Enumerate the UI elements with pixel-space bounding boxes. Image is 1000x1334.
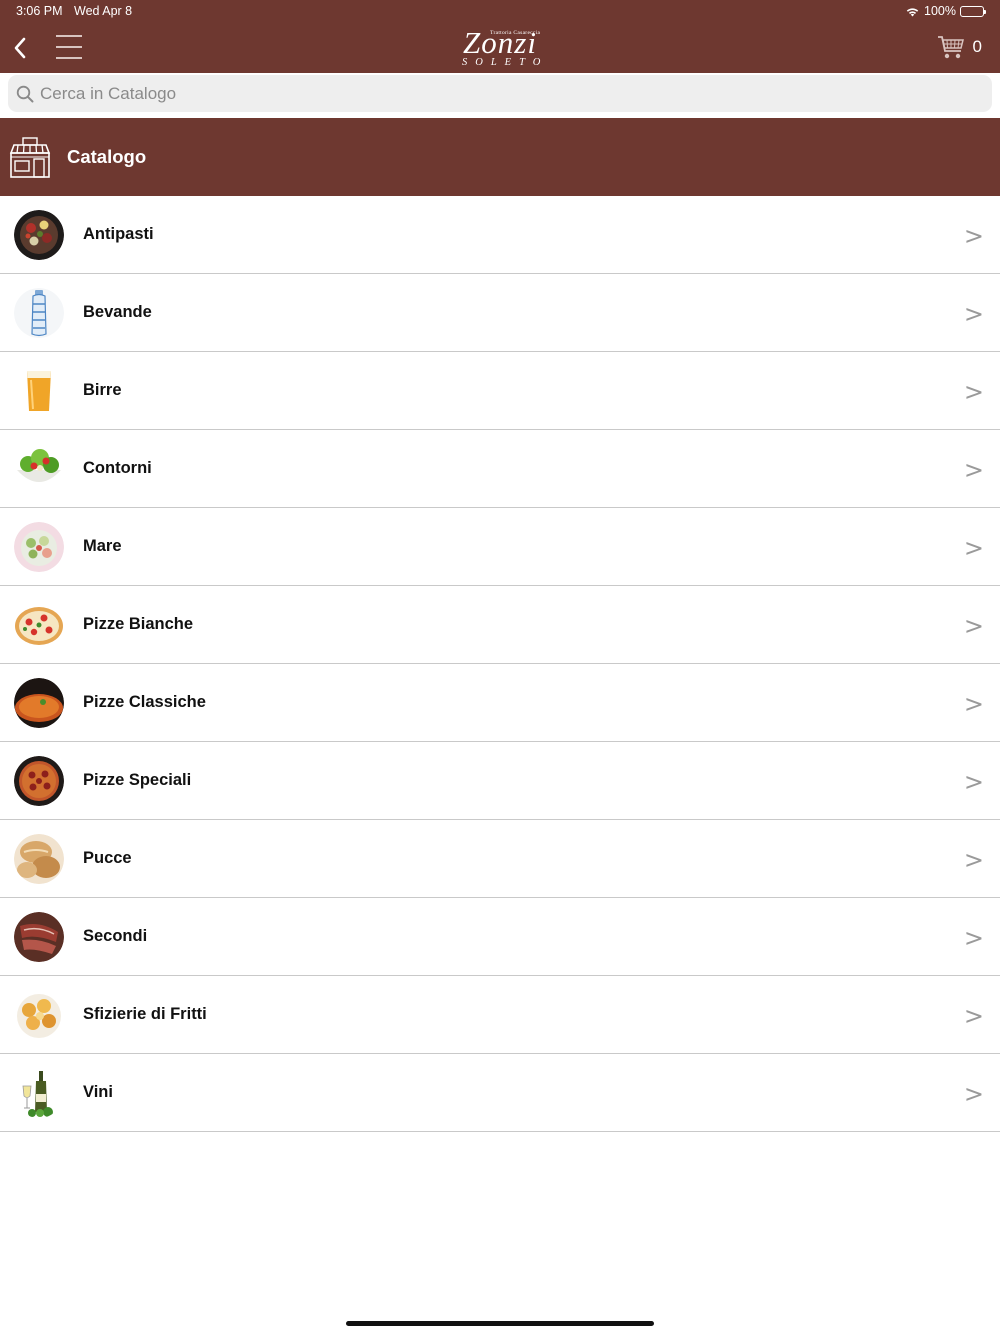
mare-thumbnail [14,522,64,572]
catalog-header: Catalogo [0,118,1000,196]
store-icon [9,137,51,178]
category-row-antipasti[interactable]: Antipasti > [0,196,1000,274]
category-label: Antipasti [83,225,154,243]
category-label: Sfizierie di Fritti [83,1005,207,1023]
chevron-right-icon: > [963,378,984,406]
chevron-right-icon: > [963,768,984,796]
birre-thumbnail [14,366,64,416]
chevron-right-icon: > [963,1080,984,1108]
chevron-right-icon: > [963,300,984,328]
catalog-title: Catalogo [67,146,147,167]
status-right: 100% [905,4,986,18]
antipasti-thumbnail [14,210,64,260]
pizze-bianche-thumbnail [14,600,64,650]
search-input[interactable] [40,83,940,104]
pizze-classiche-thumbnail [14,678,64,728]
category-row-bevande[interactable]: Bevande > [0,274,1000,352]
category-label: Pizze Speciali [83,771,192,789]
contorni-thumbnail [14,444,64,494]
category-row-mare[interactable]: Mare > [0,508,1000,586]
wifi-icon [906,7,919,16]
pucce-thumbnail [14,834,64,884]
category-row-sfizierie-di-fritti[interactable]: Sfizierie di Fritti > [0,976,1000,1054]
category-row-contorni[interactable]: Contorni > [0,430,1000,508]
category-label: Secondi [83,927,148,945]
category-row-birre[interactable]: Birre > [0,352,1000,430]
chevron-right-icon: > [963,1002,984,1030]
search-icon [16,85,34,102]
chevron-left-icon [14,37,26,59]
secondi-thumbnail [14,912,64,962]
battery-percent: 100% [924,4,956,18]
menu-button[interactable] [54,33,84,63]
status-date: Wed Apr 8 [74,4,133,18]
chevron-right-icon: > [963,456,984,484]
brand-logo: Trattoria Casareccia Zonzi SOLETO [440,24,560,72]
home-indicator [346,1321,654,1326]
chevron-right-icon: > [963,612,984,640]
back-button[interactable] [8,33,32,63]
chevron-right-icon: > [963,690,984,718]
chevron-right-icon: > [963,846,984,874]
pizze-speciali-thumbnail [14,756,64,806]
category-label: Contorni [83,459,152,477]
category-label: Mare [83,537,122,555]
chevron-right-icon: > [963,222,984,250]
category-label: Vini [83,1083,113,1101]
logo-brand: Zonzi [463,25,537,60]
cart-button[interactable]: 0 [937,34,982,60]
category-label: Pizze Classiche [83,693,206,711]
vini-thumbnail [14,1068,64,1118]
category-row-pizze-classiche[interactable]: Pizze Classiche > [0,664,1000,742]
sfizierie-di-fritti-thumbnail [14,990,64,1040]
category-row-pizze-speciali[interactable]: Pizze Speciali > [0,742,1000,820]
cart-count: 0 [972,37,982,56]
menu-icon [56,35,82,37]
category-label: Pucce [83,849,132,867]
status-bar: 3:06 PM Wed Apr 8 100% [16,4,986,20]
category-label: Birre [83,381,122,399]
category-label: Bevande [83,303,152,321]
search-bar [8,75,992,112]
category-label: Pizze Bianche [83,615,194,633]
battery-icon [960,5,986,17]
category-row-pizze-bianche[interactable]: Pizze Bianche > [0,586,1000,664]
category-list: Antipasti > Bevande > Birre > Contorni >… [0,196,1000,1132]
chevron-right-icon: > [963,534,984,562]
category-row-pucce[interactable]: Pucce > [0,820,1000,898]
top-bar: 3:06 PM Wed Apr 8 100% Trattoria Casarec… [0,0,1000,73]
chevron-right-icon: > [963,924,984,952]
category-row-secondi[interactable]: Secondi > [0,898,1000,976]
bevande-thumbnail [14,288,64,338]
shopping-cart-icon [937,36,964,59]
logo-city: SOLETO [462,57,549,68]
status-time: 3:06 PM [16,4,63,18]
category-row-vini[interactable]: Vini > [0,1054,1000,1132]
